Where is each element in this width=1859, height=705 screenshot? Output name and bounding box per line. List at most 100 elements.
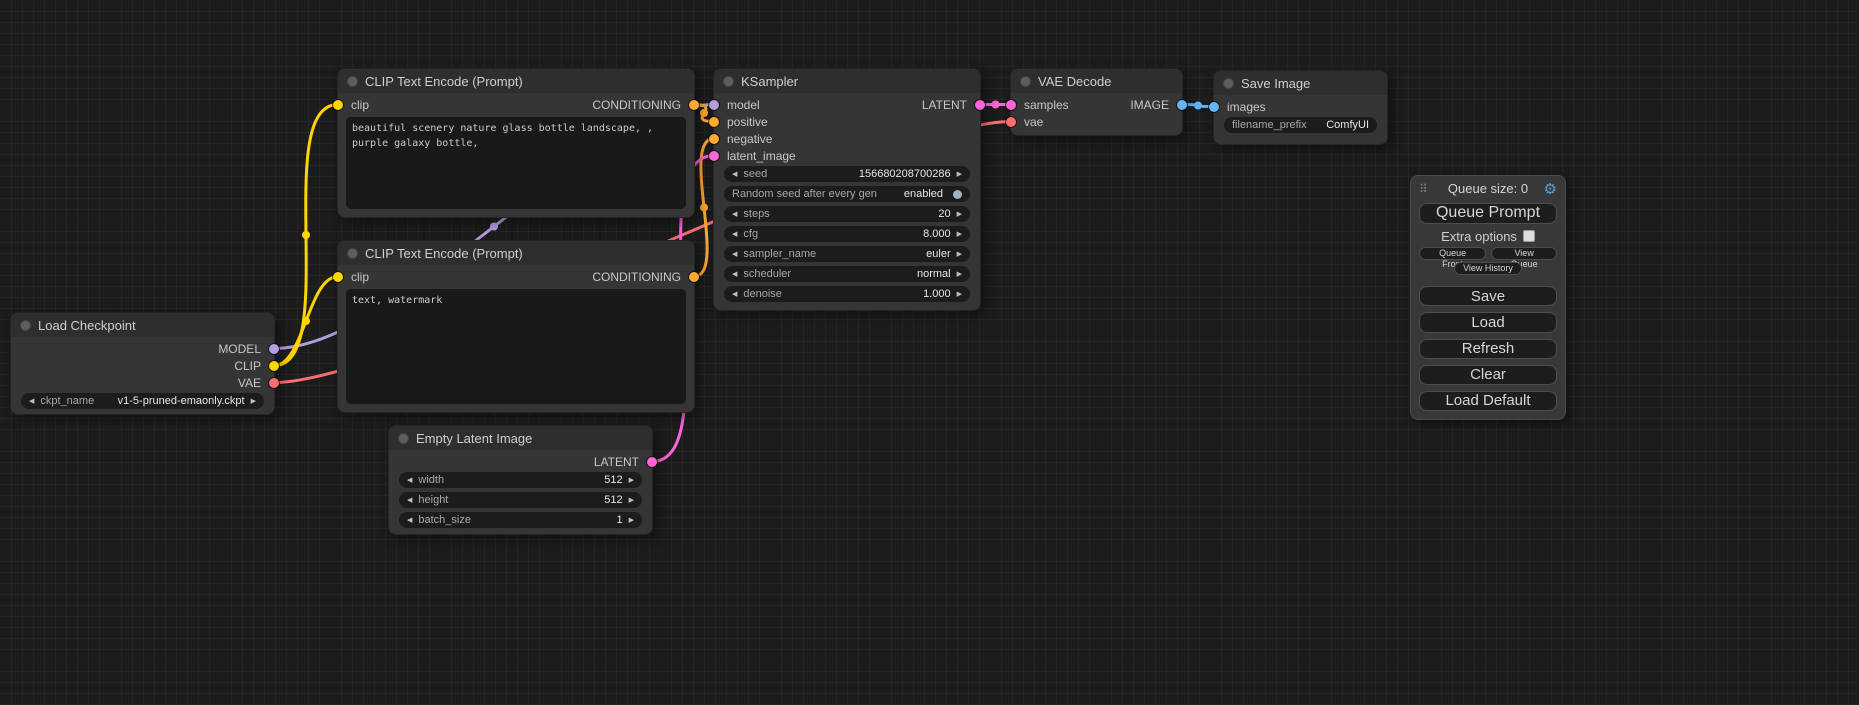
decrement-arrow-icon[interactable]: ◀ <box>407 496 412 504</box>
widget-scheduler[interactable]: ◀ scheduler normal ▶ <box>724 266 970 282</box>
node-title-bar[interactable]: CLIP Text Encode (Prompt) <box>338 69 694 93</box>
node-title-bar[interactable]: CLIP Text Encode (Prompt) <box>338 241 694 265</box>
node-title-bar[interactable]: VAE Decode <box>1011 69 1182 93</box>
widget-value: 20 <box>938 208 950 220</box>
increment-arrow-icon[interactable]: ▶ <box>957 230 962 238</box>
increment-arrow-icon[interactable]: ▶ <box>629 496 634 504</box>
collapse-toggle-icon[interactable] <box>723 76 734 87</box>
decrement-arrow-icon[interactable]: ◀ <box>407 516 412 524</box>
port-positive-input[interactable] <box>709 117 719 127</box>
increment-arrow-icon[interactable]: ▶ <box>957 210 962 218</box>
widget-label: steps <box>743 208 769 220</box>
queue-panel-header[interactable]: ⠿ Queue size: 0 ⚙ <box>1419 181 1557 197</box>
node-body: MODEL CLIP VAE ◀ ckpt_name v1-5-pruned-e… <box>11 337 274 414</box>
clear-button[interactable]: Clear <box>1419 365 1557 385</box>
decrement-arrow-icon[interactable]: ◀ <box>732 290 737 298</box>
node-clip-text-encode-negative[interactable]: CLIP Text Encode (Prompt) clip CONDITION… <box>337 240 695 413</box>
collapse-toggle-icon[interactable] <box>347 76 358 87</box>
view-history-button[interactable]: View History <box>1454 262 1522 275</box>
port-model-output[interactable] <box>269 344 279 354</box>
decrement-arrow-icon[interactable]: ◀ <box>732 210 737 218</box>
queue-prompt-button[interactable]: Queue Prompt <box>1419 203 1557 224</box>
node-title-bar[interactable]: Load Checkpoint <box>11 313 274 337</box>
widget-value: 1 <box>616 514 622 526</box>
save-button[interactable]: Save <box>1419 286 1557 306</box>
widget-filename-prefix[interactable]: filename_prefix ComfyUI <box>1224 117 1377 133</box>
port-latent-image-input[interactable] <box>709 151 719 161</box>
load-default-button[interactable]: Load Default <box>1419 391 1557 411</box>
settings-gear-icon[interactable]: ⚙ <box>1544 181 1557 199</box>
node-ksampler[interactable]: KSampler model LATENT positive negative … <box>713 68 981 311</box>
widget-steps[interactable]: ◀ steps 20 ▶ <box>724 206 970 222</box>
queue-buttons-row: Queue Front View Queue <box>1419 247 1557 260</box>
collapse-toggle-icon[interactable] <box>1020 76 1031 87</box>
decrement-arrow-icon[interactable]: ◀ <box>732 170 737 178</box>
port-latent-output[interactable] <box>647 457 657 467</box>
port-images-input[interactable] <box>1209 102 1219 112</box>
collapse-toggle-icon[interactable] <box>347 248 358 259</box>
port-conditioning-output[interactable] <box>689 272 699 282</box>
slot-row: negative <box>714 130 980 147</box>
increment-arrow-icon[interactable]: ▶ <box>251 397 256 405</box>
port-clip-input[interactable] <box>333 272 343 282</box>
load-button[interactable]: Load <box>1419 312 1557 332</box>
port-clip-input[interactable] <box>333 100 343 110</box>
widget-label: seed <box>743 168 767 180</box>
prompt-textarea[interactable]: text, watermark <box>346 289 686 404</box>
collapse-toggle-icon[interactable] <box>1223 78 1234 89</box>
increment-arrow-icon[interactable]: ▶ <box>957 290 962 298</box>
node-vae-decode[interactable]: VAE Decode samples IMAGE vae <box>1010 68 1183 136</box>
decrement-arrow-icon[interactable]: ◀ <box>407 476 412 484</box>
increment-arrow-icon[interactable]: ▶ <box>629 516 634 524</box>
node-title: Save Image <box>1241 76 1310 91</box>
port-vae-output[interactable] <box>269 378 279 388</box>
increment-arrow-icon[interactable]: ▶ <box>629 476 634 484</box>
node-save-image[interactable]: Save Image images filename_prefix ComfyU… <box>1213 70 1388 145</box>
collapse-toggle-icon[interactable] <box>398 433 409 444</box>
input-label-latent-image: latent_image <box>727 149 796 163</box>
prompt-textarea[interactable]: beautiful scenery nature glass bottle la… <box>346 117 686 209</box>
node-graph-canvas[interactable]: Load Checkpoint MODEL CLIP VAE ◀ ckpt_na… <box>0 0 1859 705</box>
increment-arrow-icon[interactable]: ▶ <box>957 250 962 258</box>
decrement-arrow-icon[interactable]: ◀ <box>732 230 737 238</box>
port-image-output[interactable] <box>1177 100 1187 110</box>
toggle-dot-icon[interactable] <box>953 190 962 199</box>
node-body: clip CONDITIONING text, watermark <box>338 265 694 412</box>
widget-cfg[interactable]: ◀ cfg 8.000 ▶ <box>724 226 970 242</box>
port-samples-input[interactable] <box>1006 100 1016 110</box>
decrement-arrow-icon[interactable]: ◀ <box>732 270 737 278</box>
widget-height[interactable]: ◀ height 512 ▶ <box>399 492 642 508</box>
widget-random-seed-toggle[interactable]: Random seed after every gen enabled <box>724 186 970 202</box>
increment-arrow-icon[interactable]: ▶ <box>957 270 962 278</box>
widget-label: sampler_name <box>743 248 816 260</box>
drag-handle-icon[interactable]: ⠿ <box>1419 182 1428 196</box>
widget-value: 512 <box>604 494 622 506</box>
widget-width[interactable]: ◀ width 512 ▶ <box>399 472 642 488</box>
node-clip-text-encode-positive[interactable]: CLIP Text Encode (Prompt) clip CONDITION… <box>337 68 695 218</box>
queue-front-button[interactable]: Queue Front <box>1419 247 1486 260</box>
widget-denoise[interactable]: ◀ denoise 1.000 ▶ <box>724 286 970 302</box>
decrement-arrow-icon[interactable]: ◀ <box>29 397 34 405</box>
node-title-bar[interactable]: KSampler <box>714 69 980 93</box>
node-title-bar[interactable]: Save Image <box>1214 71 1387 95</box>
node-title-bar[interactable]: Empty Latent Image <box>389 426 652 450</box>
port-model-input[interactable] <box>709 100 719 110</box>
output-label-conditioning: CONDITIONING <box>592 98 681 112</box>
widget-sampler-name[interactable]: ◀ sampler_name euler ▶ <box>724 246 970 262</box>
increment-arrow-icon[interactable]: ▶ <box>957 170 962 178</box>
widget-ckpt-name[interactable]: ◀ ckpt_name v1-5-pruned-emaonly.ckpt ▶ <box>21 393 264 409</box>
collapse-toggle-icon[interactable] <box>20 320 31 331</box>
widget-batch-size[interactable]: ◀ batch_size 1 ▶ <box>399 512 642 528</box>
port-negative-input[interactable] <box>709 134 719 144</box>
port-clip-output[interactable] <box>269 361 279 371</box>
node-empty-latent-image[interactable]: Empty Latent Image LATENT ◀ width 512 ▶ … <box>388 425 653 535</box>
port-vae-input[interactable] <box>1006 117 1016 127</box>
refresh-button[interactable]: Refresh <box>1419 339 1557 359</box>
port-conditioning-output[interactable] <box>689 100 699 110</box>
node-load-checkpoint[interactable]: Load Checkpoint MODEL CLIP VAE ◀ ckpt_na… <box>10 312 275 415</box>
extra-options-checkbox[interactable] <box>1523 230 1535 242</box>
decrement-arrow-icon[interactable]: ◀ <box>732 250 737 258</box>
port-latent-output[interactable] <box>975 100 985 110</box>
widget-seed[interactable]: ◀ seed 156680208700286 ▶ <box>724 166 970 182</box>
view-queue-button[interactable]: View Queue <box>1491 247 1557 260</box>
